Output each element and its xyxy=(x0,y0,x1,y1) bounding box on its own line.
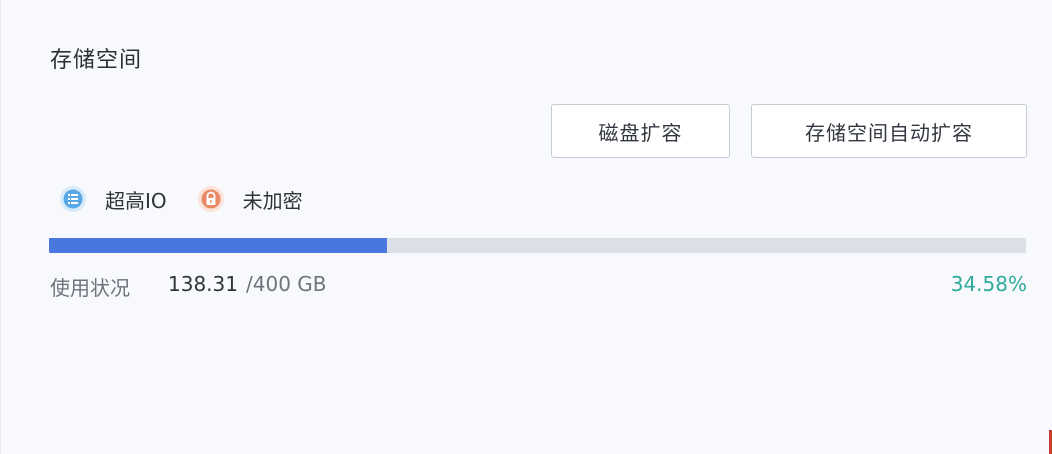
tag-label: 超高IO xyxy=(105,188,167,213)
list-icon xyxy=(59,185,87,213)
tag-high-io: 超高IO xyxy=(59,185,167,214)
tag-label: 未加密 xyxy=(242,188,303,213)
usage-row: 使用状况 138.31 /400 GB 34.58% xyxy=(50,272,1027,302)
panel-title: 存储空间 xyxy=(50,48,143,73)
unlock-icon xyxy=(197,185,225,213)
storage-tags: 超高IO 未加密 xyxy=(59,183,333,215)
usage-progress-fill xyxy=(49,238,387,253)
usage-label: 使用状况 xyxy=(50,276,130,300)
storage-auto-expand-button[interactable]: 存储空间自动扩容 xyxy=(751,104,1027,158)
disk-expand-button[interactable]: 磁盘扩容 xyxy=(551,104,730,158)
tag-unencrypted: 未加密 xyxy=(197,185,303,214)
storage-panel: 存储空间 磁盘扩容 存储空间自动扩容 超高IO 未加密 使用状况 138.31 … xyxy=(0,0,1052,454)
usage-progress-bar xyxy=(49,238,1026,253)
usage-percent: 34.58% xyxy=(950,272,1027,296)
usage-used-value: 138.31 xyxy=(168,272,238,296)
usage-total-value: /400 GB xyxy=(246,272,327,296)
